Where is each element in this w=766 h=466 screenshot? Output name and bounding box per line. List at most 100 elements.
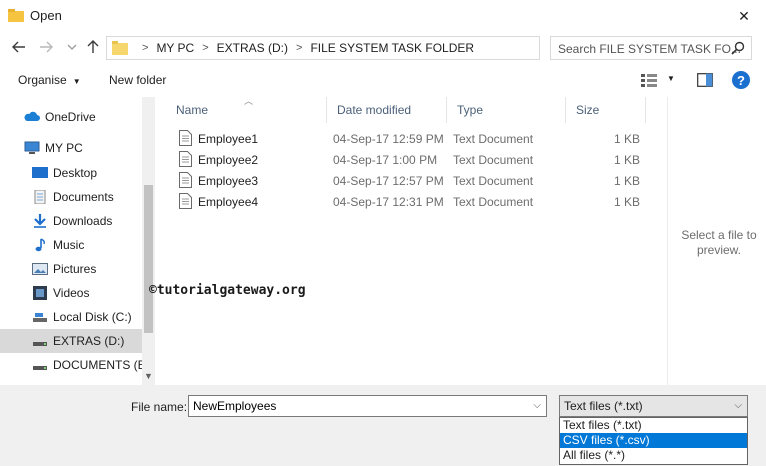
preview-line: Select a file to bbox=[681, 228, 757, 242]
sidebar-item-label: Pictures bbox=[53, 262, 97, 276]
watermark: ©tutorialgateway.org bbox=[149, 283, 306, 298]
file-type-option[interactable]: All files (*.*) bbox=[560, 448, 747, 463]
file-type-option[interactable]: CSV files (*.csv) bbox=[560, 433, 747, 448]
file-type: Text Document bbox=[453, 153, 534, 167]
preview-pane-icon[interactable] bbox=[697, 73, 713, 87]
pictures-icon bbox=[32, 263, 48, 275]
breadcrumb-my-pc[interactable]: MY PC bbox=[156, 41, 194, 55]
title-bar: Open ✕ bbox=[0, 0, 766, 32]
sidebar-item-label: Music bbox=[53, 238, 85, 252]
sidebar-item-label: Videos bbox=[53, 286, 90, 300]
forward-button[interactable] bbox=[37, 38, 55, 56]
file-name: Employee1 bbox=[198, 132, 259, 146]
sidebar-item-desktop[interactable]: Desktop bbox=[0, 161, 142, 185]
chevron-down-icon bbox=[67, 44, 77, 50]
file-name: Employee4 bbox=[198, 195, 259, 209]
breadcrumb-extras[interactable]: EXTRAS (D:) bbox=[217, 41, 288, 55]
breadcrumb-separator: > bbox=[202, 42, 209, 54]
column-header-date[interactable]: Date modified bbox=[327, 97, 447, 123]
up-button[interactable] bbox=[84, 38, 102, 56]
help-button[interactable]: ? bbox=[732, 71, 750, 89]
column-header-name[interactable]: ︿ Name bbox=[166, 96, 327, 123]
drive-icon bbox=[33, 342, 47, 346]
sidebar-item-label: EXTRAS (D:) bbox=[53, 334, 125, 348]
sidebar-item-my-pc[interactable]: MY PC bbox=[0, 136, 142, 160]
file-type-option[interactable]: Text files (*.txt) bbox=[560, 418, 747, 433]
column-header-type[interactable]: Type bbox=[447, 97, 566, 123]
sidebar-item-label: Desktop bbox=[53, 166, 98, 180]
sort-ascending-icon: ︿ bbox=[244, 96, 254, 106]
file-list: ︿ Name Date modified Type Size Employee1… bbox=[166, 96, 666, 385]
sidebar-item-label: MY PC bbox=[45, 141, 83, 155]
sidebar-item-onedrive[interactable]: OneDrive bbox=[0, 105, 142, 129]
sidebar-item-pictures[interactable]: Pictures bbox=[0, 257, 142, 281]
videos-icon bbox=[33, 286, 47, 300]
chevron-down-icon: ▼ bbox=[72, 77, 81, 86]
preview-pane: Select a file to preview. bbox=[667, 97, 766, 385]
breadcrumb-current-folder[interactable]: FILE SYSTEM TASK FOLDER bbox=[310, 41, 474, 55]
desktop-icon bbox=[32, 167, 48, 178]
search-box[interactable]: Search FILE SYSTEM TASK FO... bbox=[550, 36, 752, 60]
breadcrumb-separator: > bbox=[142, 42, 149, 54]
file-row-employee2[interactable]: Employee2 04-Sep-17 1:00 PM Text Documen… bbox=[166, 149, 646, 170]
text-file-icon bbox=[179, 172, 192, 188]
file-name: Employee2 bbox=[198, 153, 259, 167]
back-arrow-icon bbox=[12, 41, 25, 53]
organise-label: Organise bbox=[18, 73, 67, 87]
folder-icon bbox=[112, 41, 128, 55]
command-bar: Organise ▼ New folder ▼ ? bbox=[0, 64, 766, 97]
file-size: 1 KB bbox=[613, 195, 640, 209]
search-icon[interactable] bbox=[731, 41, 745, 55]
new-folder-button[interactable]: New folder bbox=[109, 73, 166, 87]
file-name-label: File name: bbox=[131, 400, 188, 414]
drive-icon bbox=[33, 313, 47, 322]
sidebar-item-local-disk-c[interactable]: Local Disk (C:) bbox=[0, 305, 142, 329]
back-button[interactable] bbox=[10, 38, 28, 56]
scrollbar-thumb[interactable] bbox=[144, 185, 153, 333]
drive-icon bbox=[33, 366, 47, 370]
file-row-employee4[interactable]: Employee4 04-Sep-17 12:31 PM Text Docume… bbox=[166, 191, 646, 212]
documents-icon bbox=[34, 190, 46, 204]
bottom-bar: File name: ⌵ Text files (*.txt) ⌵ Text f… bbox=[0, 385, 766, 466]
close-button[interactable]: ✕ bbox=[722, 0, 766, 32]
file-name-field[interactable]: ⌵ bbox=[188, 395, 547, 417]
sidebar-item-label: Documents bbox=[53, 190, 114, 204]
column-header-size[interactable]: Size bbox=[566, 97, 646, 123]
sidebar-item-extras-d[interactable]: EXTRAS (D:) bbox=[0, 329, 142, 353]
file-row-employee3[interactable]: Employee3 04-Sep-17 12:57 PM Text Docume… bbox=[166, 170, 646, 191]
sidebar-item-documents-e[interactable]: DOCUMENTS (E bbox=[0, 353, 146, 377]
scroll-down-icon[interactable]: ▼ bbox=[144, 371, 153, 381]
music-icon bbox=[35, 238, 45, 252]
navigation-pane: OneDrive MY PC Desktop Documents Downloa… bbox=[0, 97, 155, 385]
file-type-dropdown-list: Text files (*.txt) CSV files (*.csv) All… bbox=[559, 417, 748, 465]
preview-message: Select a file to preview. bbox=[674, 228, 764, 258]
file-name-input[interactable] bbox=[189, 396, 519, 416]
file-type-selected: Text files (*.txt) bbox=[564, 399, 643, 413]
file-type-select[interactable]: Text files (*.txt) ⌵ bbox=[559, 395, 748, 417]
sidebar-item-documents[interactable]: Documents bbox=[0, 185, 142, 209]
file-type: Text Document bbox=[453, 174, 534, 188]
sidebar-item-downloads[interactable]: Downloads bbox=[0, 209, 142, 233]
window-title: Open bbox=[30, 8, 62, 23]
file-size: 1 KB bbox=[613, 153, 640, 167]
chevron-down-icon[interactable]: ⌵ bbox=[533, 400, 541, 411]
up-arrow-icon bbox=[87, 40, 99, 53]
file-row-employee1[interactable]: Employee1 04-Sep-17 12:59 PM Text Docume… bbox=[166, 128, 646, 149]
sidebar-item-music[interactable]: Music bbox=[0, 233, 142, 257]
sidebar-item-videos[interactable]: Videos bbox=[0, 281, 142, 305]
view-options-chevron-icon[interactable]: ▼ bbox=[667, 74, 675, 83]
file-date: 04-Sep-17 12:59 PM bbox=[333, 132, 444, 146]
navigation-scrollbar[interactable]: ▼ bbox=[142, 97, 155, 385]
text-file-icon bbox=[179, 130, 192, 146]
file-size: 1 KB bbox=[613, 174, 640, 188]
address-bar[interactable]: > MY PC > EXTRAS (D:) > FILE SYSTEM TASK… bbox=[106, 36, 641, 60]
forward-arrow-icon bbox=[40, 41, 53, 53]
text-file-icon bbox=[179, 151, 192, 167]
breadcrumb-separator: > bbox=[296, 42, 303, 54]
recent-locations-button[interactable] bbox=[63, 38, 81, 56]
file-type: Text Document bbox=[453, 195, 534, 209]
change-view-icon[interactable] bbox=[641, 74, 657, 87]
file-size: 1 KB bbox=[613, 132, 640, 146]
organise-button[interactable]: Organise ▼ bbox=[18, 73, 81, 87]
download-icon bbox=[34, 214, 46, 228]
